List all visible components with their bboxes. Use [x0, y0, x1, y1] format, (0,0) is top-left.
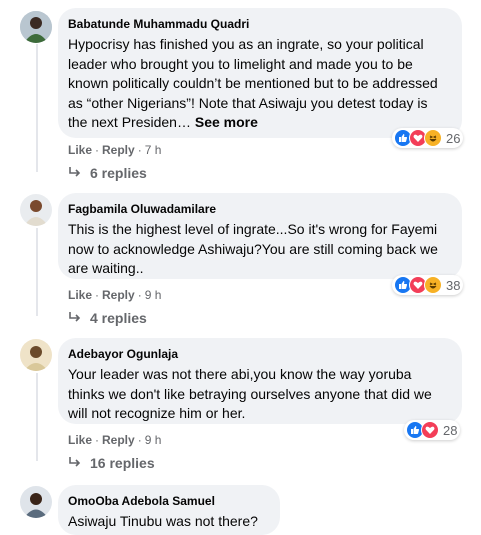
avatar[interactable]	[20, 339, 52, 371]
view-replies-link[interactable]: 16 replies	[68, 455, 155, 471]
reply-arrow-icon	[69, 457, 81, 467]
avatar[interactable]	[20, 194, 52, 226]
replies-count: 4 replies	[90, 310, 147, 326]
see-more-link[interactable]: See more	[195, 114, 258, 130]
reaction-count: 26	[446, 130, 461, 146]
avatar[interactable]	[20, 11, 52, 43]
thread-line	[36, 228, 38, 316]
reaction-summary[interactable]: 26	[392, 128, 464, 148]
comment-bubble: Adebayor Ogunlaja Your leader was not th…	[58, 338, 462, 424]
replies-count: 6 replies	[90, 165, 147, 181]
like-button[interactable]: Like	[68, 288, 92, 302]
haha-icon	[424, 129, 442, 147]
comment-text: Hypocrisy has finished you as an ingrate…	[68, 35, 450, 133]
reply-arrow-icon	[69, 167, 81, 177]
comment-actions: Like · Reply · 7 h	[68, 143, 162, 157]
replies-count: 16 replies	[90, 455, 155, 471]
haha-icon	[424, 276, 442, 294]
view-replies-link[interactable]: 6 replies	[68, 165, 147, 181]
thread-line	[36, 373, 38, 461]
comment-bubble: Fagbamila Oluwadamilare This is the high…	[58, 193, 462, 279]
timestamp[interactable]: 9 h	[145, 433, 162, 447]
reply-button[interactable]: Reply	[102, 143, 135, 157]
comment-actions: Like · Reply · 9 h	[68, 288, 162, 302]
comment-text: Your leader was not there abi,you know t…	[68, 366, 432, 421]
comment-bubble: Babatunde Muhammadu Quadri Hypocrisy has…	[58, 8, 462, 138]
comment-author[interactable]: Fagbamila Oluwadamilare	[68, 201, 450, 217]
comment-author[interactable]: OmoOba Adebola Samuel	[68, 493, 268, 509]
reaction-count: 38	[446, 277, 461, 293]
reply-button[interactable]: Reply	[102, 433, 135, 447]
timestamp[interactable]: 9 h	[145, 288, 162, 302]
reply-arrow-icon	[69, 312, 81, 322]
comment-text: This is the highest level of ingrate...S…	[68, 221, 438, 276]
like-button[interactable]: Like	[68, 433, 92, 447]
reaction-summary[interactable]: 28	[404, 420, 461, 440]
love-icon	[421, 421, 439, 439]
reaction-summary[interactable]: 38	[392, 275, 464, 295]
comment-actions: Like · Reply · 9 h	[68, 433, 162, 447]
comment-bubble: OmoOba Adebola Samuel Asiwaju Tinubu was…	[58, 485, 280, 535]
view-replies-link[interactable]: 4 replies	[68, 310, 147, 326]
thread-line	[36, 44, 38, 172]
avatar[interactable]	[20, 486, 52, 518]
comment-text: Asiwaju Tinubu was not there?	[68, 513, 258, 529]
comment-author[interactable]: Babatunde Muhammadu Quadri	[68, 16, 450, 32]
reply-button[interactable]: Reply	[102, 288, 135, 302]
reaction-count: 28	[443, 422, 458, 438]
comment-author[interactable]: Adebayor Ogunlaja	[68, 346, 450, 362]
timestamp[interactable]: 7 h	[145, 143, 162, 157]
like-button[interactable]: Like	[68, 143, 92, 157]
